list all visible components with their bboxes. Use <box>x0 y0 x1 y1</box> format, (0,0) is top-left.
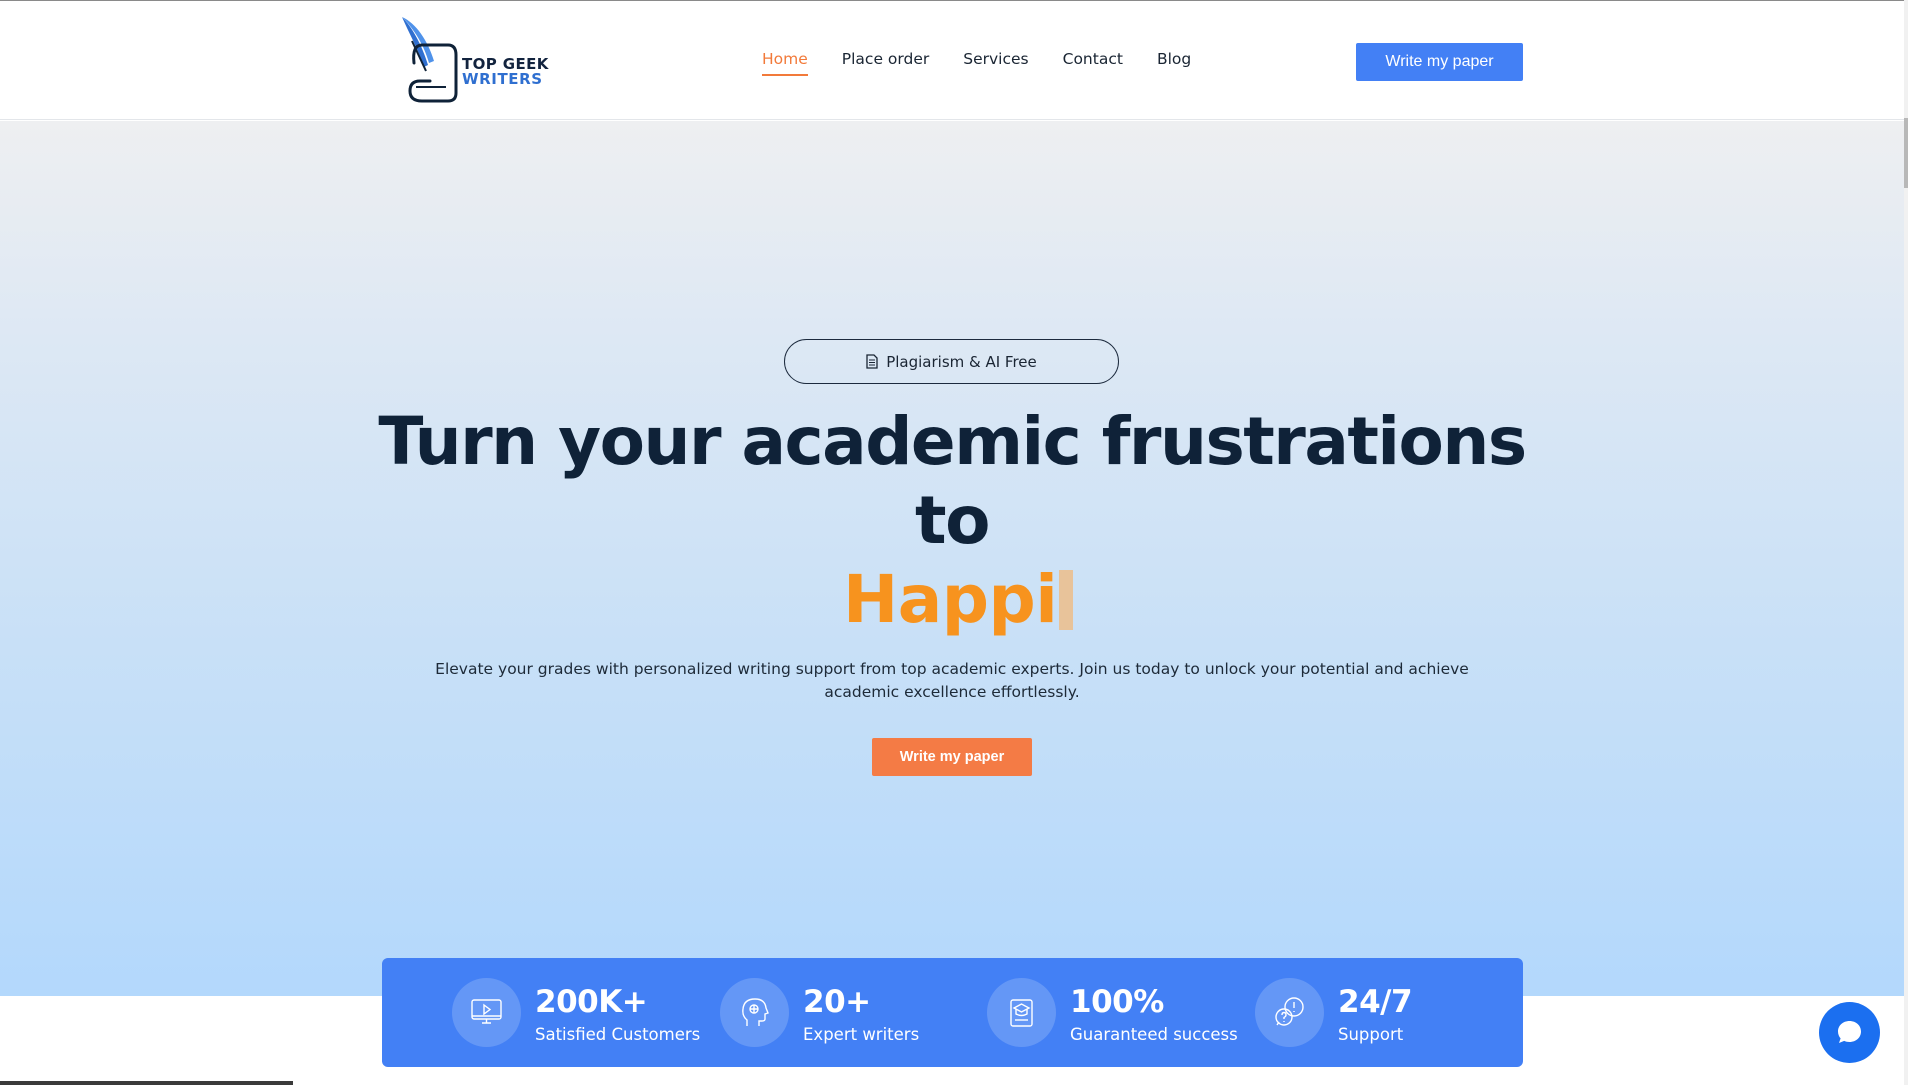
badge-label: Plagiarism & AI Free <box>886 352 1037 371</box>
header-write-my-paper-button[interactable]: Write my paper <box>1356 43 1523 81</box>
hero-subtitle: Elevate your grades with personalized wr… <box>435 660 1469 701</box>
stat-label: Satisfied Customers <box>535 1025 701 1044</box>
stat-icon-circle <box>1255 978 1324 1047</box>
nav-item-place-order[interactable]: Place order <box>842 50 929 76</box>
stat-label: Support <box>1338 1025 1404 1044</box>
nav-item-contact[interactable]: Contact <box>1063 50 1123 76</box>
nav-item-services[interactable]: Services <box>963 50 1028 76</box>
stat-label: Expert writers <box>803 1025 920 1044</box>
plagiarism-ai-free-badge[interactable]: Plagiarism & AI Free <box>784 339 1119 384</box>
nav-item-home[interactable]: Home <box>762 50 808 76</box>
stat-label: Guaranteed success <box>1070 1025 1238 1044</box>
hero-write-my-paper-button[interactable]: Write my paper <box>872 738 1032 776</box>
stat-value: 200K+ <box>535 984 648 1020</box>
page: TOP GEEK WRITERS Home Place order Servic… <box>0 0 1908 1085</box>
nav-item-blog[interactable]: Blog <box>1157 50 1191 76</box>
stat-value: 100% <box>1070 984 1164 1020</box>
stat-icon-circle <box>720 978 789 1047</box>
site-header: TOP GEEK WRITERS Home Place order Servic… <box>0 1 1904 120</box>
stat-value: 20+ <box>803 984 871 1020</box>
page-scrollbar[interactable] <box>1904 0 1908 1085</box>
stat-icon-circle <box>452 978 521 1047</box>
logo-wordmark[interactable]: TOP GEEK WRITERS <box>462 57 549 87</box>
hero-headline-line2: to <box>915 482 990 559</box>
scrollbar-thumb[interactable] <box>1904 118 1908 188</box>
taskbar-fragment <box>0 1081 293 1085</box>
chat-support-icon <box>1275 997 1304 1026</box>
stat-value: 24/7 <box>1338 984 1413 1020</box>
writer-head-icon <box>742 998 769 1026</box>
stats-bar: 200K+ Satisfied Customers 20+ Expert wri… <box>382 958 1523 1067</box>
monitor-play-icon <box>471 999 502 1024</box>
typing-caret <box>1059 570 1074 630</box>
graduation-book-icon <box>1010 999 1033 1027</box>
live-chat-button[interactable] <box>1819 1002 1880 1063</box>
logo-line2: WRITERS <box>462 70 543 88</box>
typed-word-text: Happi <box>843 561 1058 638</box>
hero-headline-line1: Turn your academic frustrations <box>378 403 1527 480</box>
main-nav: Home Place order Services Contact Blog <box>762 50 1225 76</box>
stat-icon-circle <box>987 978 1056 1047</box>
document-icon <box>866 354 878 369</box>
typed-headline-word: Happi <box>843 561 1074 638</box>
chat-bubble-icon <box>1838 1021 1861 1043</box>
